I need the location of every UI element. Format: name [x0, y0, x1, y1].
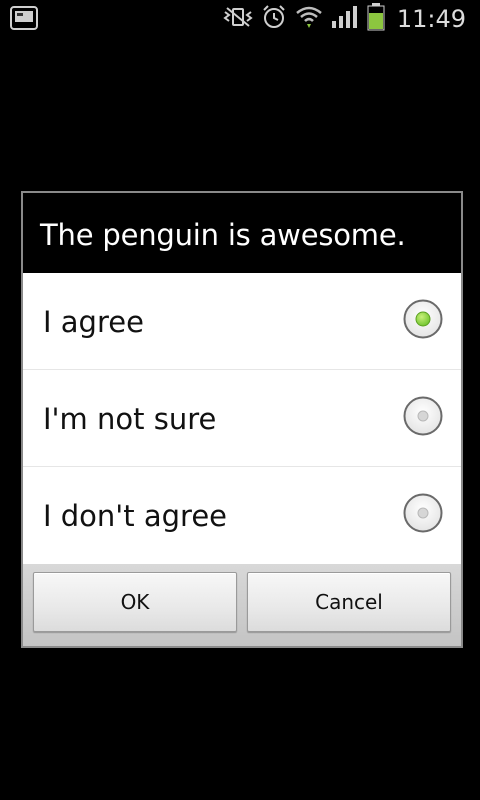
option-disagree[interactable]: I don't agree: [23, 467, 461, 564]
option-agree[interactable]: I agree: [23, 273, 461, 370]
status-bar: 11:49: [0, 0, 480, 38]
ok-button[interactable]: OK: [33, 572, 237, 632]
option-not-sure[interactable]: I'm not sure: [23, 370, 461, 467]
radio-list: I agree I'm not sure I don't agree: [23, 273, 461, 564]
wifi-icon: [295, 4, 323, 34]
radio-unselected-icon[interactable]: [403, 493, 443, 533]
option-label: I agree: [43, 305, 144, 339]
status-icons: 11:49: [223, 0, 466, 38]
vibrate-icon: [223, 6, 253, 32]
radio-unselected-icon[interactable]: [403, 396, 443, 436]
radio-selected-icon[interactable]: [403, 299, 443, 339]
alarm-icon: [261, 4, 287, 34]
signal-icon: [331, 5, 359, 33]
dialog-title-bar: The penguin is awesome.: [23, 193, 461, 273]
status-time: 11:49: [396, 5, 466, 33]
cancel-button[interactable]: Cancel: [247, 572, 451, 632]
screen: 11:49 The penguin is awesome. I agree I'…: [0, 0, 480, 800]
alert-dialog: The penguin is awesome. I agree I'm not …: [21, 191, 463, 648]
option-label: I'm not sure: [43, 402, 217, 436]
screen-icon: [10, 6, 38, 34]
option-label: I don't agree: [43, 499, 228, 533]
dialog-button-bar: OK Cancel: [23, 564, 461, 646]
dialog-title: The penguin is awesome.: [40, 218, 406, 252]
battery-icon: [367, 3, 385, 35]
